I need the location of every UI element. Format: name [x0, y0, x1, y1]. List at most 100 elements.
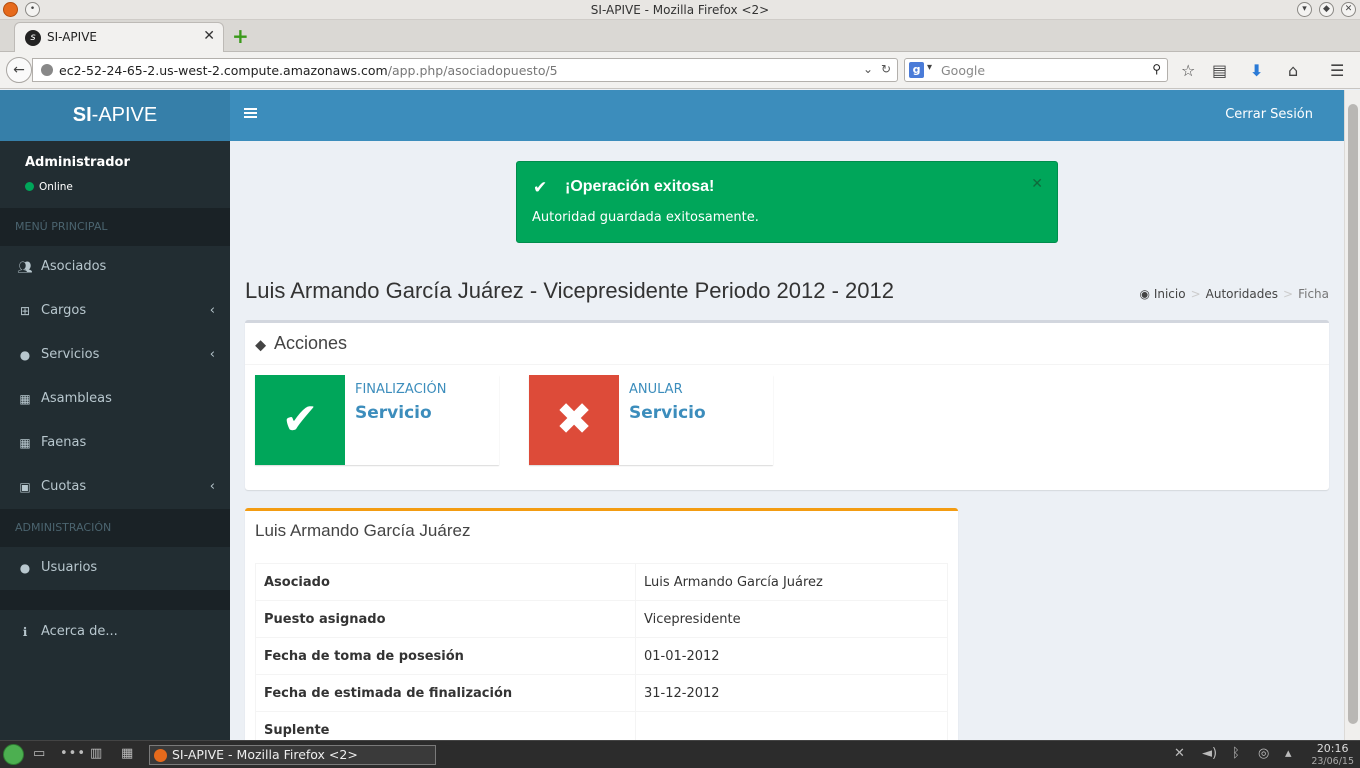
google-search-engine-icon[interactable]: g [909, 62, 924, 78]
tag-icon: ⬥ [255, 335, 267, 354]
volume-icon[interactable]: ◄) [1202, 746, 1217, 761]
search-bar[interactable]: g ▾ Google ⚲ [904, 58, 1168, 82]
logout-link[interactable]: Cerrar Sesión [1225, 107, 1313, 122]
row-key: Puesto asignado [255, 600, 636, 638]
search-engine-dropdown-icon[interactable]: ▾ [927, 62, 932, 73]
online-dot-icon [25, 182, 34, 191]
back-button[interactable]: ← [6, 57, 32, 83]
close-window-icon[interactable]: ✕ [1341, 2, 1356, 17]
sidebar-divider [0, 590, 230, 610]
bluetooth-icon[interactable]: ᛒ [1232, 746, 1240, 761]
tab-title: SI-APIVE [47, 30, 97, 44]
sidebar-item-faenas[interactable]: ▦ Faenas [0, 421, 230, 465]
reading-list-icon[interactable]: ▤ [1212, 61, 1227, 80]
user-panel: Administrador Online [0, 141, 230, 208]
clock-date: 23/06/15 [1311, 756, 1354, 767]
row-value: 31-12-2012 [635, 674, 948, 712]
network-tools-icon[interactable]: ✕ [1174, 746, 1185, 761]
sidebar-item-label: Cuotas [41, 479, 87, 494]
workspace-switcher-icon[interactable]: ▥ [90, 746, 102, 761]
window-titlebar: • SI-APIVE - Mozilla Firefox <2> ▾ ◆ ✕ [0, 0, 1360, 20]
cancel-label: ANULAR [629, 382, 683, 397]
taskbar-task-label: SI-APIVE - Mozilla Firefox <2> [172, 747, 358, 762]
sidebar-item-label: Acerca de... [41, 624, 118, 639]
reload-icon[interactable]: ↻ [881, 62, 891, 76]
minimize-icon[interactable]: ▾ [1297, 2, 1312, 17]
clock[interactable]: 20:16 23/06/15 [1311, 742, 1354, 768]
downloads-icon[interactable]: ⬇ [1250, 61, 1263, 80]
table-row: Suplente [255, 711, 948, 740]
row-key: Fecha de toma de posesión [255, 637, 636, 675]
chevron-left-icon: ‹ [209, 347, 215, 362]
sidebar-item-asambleas[interactable]: ▦ Asambleas [0, 377, 230, 421]
sidebar-item-cuotas[interactable]: ▣ Cuotas ‹ [0, 465, 230, 509]
sidebar-item-asociados[interactable]: 👥︎ Asociados [0, 245, 230, 289]
logo-bold: SI [72, 104, 92, 126]
sidebar-toggle-icon[interactable] [244, 106, 258, 120]
detail-title: Luis Armando García Juárez [255, 521, 471, 540]
search-placeholder: Google [941, 63, 986, 78]
close-alert-icon[interactable]: ✕ [1031, 176, 1043, 192]
admin-menu-header: ADMINISTRACIÓN [0, 509, 230, 547]
info-icon: ℹ [22, 625, 28, 639]
actions-box-header: ⬥ Acciones [245, 323, 1329, 365]
tray-expand-icon[interactable]: ▴ [1285, 746, 1292, 761]
chevron-left-icon: ‹ [209, 479, 215, 494]
logo-rest: -APIVE [91, 104, 158, 126]
main-content: ✔ ¡Operación exitosa! ✕ Autoridad guarda… [230, 141, 1344, 740]
sidebar-item-label: Asambleas [41, 391, 112, 406]
calendar-app-icon[interactable]: ▦ [121, 746, 133, 761]
calendar-icon: ▦ [19, 436, 31, 450]
sidebar-item-usuarios[interactable]: ● Usuarios [0, 546, 230, 590]
taskbar-firefox-window[interactable]: SI-APIVE - Mozilla Firefox <2> [149, 745, 436, 765]
browser-tab[interactable]: s SI-APIVE ✕ [14, 22, 224, 52]
times-icon: ✖ [529, 375, 619, 465]
menu-icon[interactable]: ☰ [1330, 61, 1344, 80]
actions-box: ⬥ Acciones ✔ FINALIZACIÓN Servicio ✖ ANU… [245, 320, 1329, 490]
sidebar-item-servicios[interactable]: ● Servicios ‹ [0, 333, 230, 377]
bookmark-star-icon[interactable]: ☆ [1181, 61, 1195, 80]
wifi-icon[interactable]: ◎ [1258, 746, 1269, 761]
url-dropdown-icon[interactable]: ⌄ [863, 62, 873, 76]
row-key: Fecha de estimada de finalización [255, 674, 636, 712]
home-icon[interactable]: ⌂ [1288, 61, 1298, 80]
detail-table: Asociado Luis Armando García Juárez Puest… [255, 563, 948, 740]
cancel-service-box[interactable]: ✖ ANULAR Servicio [529, 375, 773, 465]
breadcrumb: ◉ Inicio > Autoridades > Ficha [1139, 287, 1329, 301]
alert-message: Autoridad guardada exitosamente. [532, 210, 759, 225]
sidebar: SI-APIVE Administrador Online MENÚ PRINC… [0, 90, 230, 740]
finalize-service-box[interactable]: ✔ FINALIZACIÓN Servicio [255, 375, 499, 465]
scrollbar-thumb[interactable] [1348, 104, 1358, 724]
page-scrollbar[interactable] [1344, 90, 1360, 740]
user-status: Online [25, 181, 73, 193]
check-icon: ✔ [255, 375, 345, 465]
finalize-label: FINALIZACIÓN [355, 382, 447, 397]
row-value: Luis Armando García Juárez [635, 563, 948, 601]
user-icon: ● [19, 561, 31, 575]
url-host: ec2-52-24-65-2.us-west-2.compute.amazona… [59, 63, 388, 78]
users-icon: 👥︎ [17, 260, 33, 274]
globe-icon [41, 64, 53, 76]
chevron-left-icon: ‹ [209, 303, 215, 318]
breadcrumb-inicio[interactable]: Inicio [1154, 287, 1186, 301]
cancel-value: Servicio [629, 403, 706, 423]
launcher-dots-icon[interactable]: ••• [60, 746, 86, 761]
breadcrumb-autoridades[interactable]: Autoridades [1206, 287, 1278, 301]
table-row: Puesto asignado Vicepresidente [255, 600, 948, 638]
app-logo[interactable]: SI-APIVE [0, 90, 230, 141]
show-desktop-icon[interactable]: ▭ [33, 746, 45, 761]
start-menu-icon[interactable] [3, 744, 24, 765]
calendar-icon: ▦ [19, 392, 31, 406]
sidebar-item-acerca[interactable]: ℹ Acerca de... [0, 610, 230, 654]
detail-box: Luis Armando García Juárez Asociado Luis … [245, 508, 958, 740]
new-tab-plus-icon[interactable]: + [232, 24, 249, 48]
maximize-icon[interactable]: ◆ [1319, 2, 1334, 17]
sidebar-item-label: Faenas [41, 435, 87, 450]
close-tab-icon[interactable]: ✕ [203, 28, 215, 44]
sidebar-item-cargos[interactable]: ⊞ Cargos ‹ [0, 289, 230, 333]
alert-title: ¡Operación exitosa! [565, 178, 715, 195]
url-bar[interactable]: ec2-52-24-65-2.us-west-2.compute.amazona… [32, 58, 898, 82]
binoculars-icon[interactable]: ⚲ [1152, 62, 1161, 76]
actions-title: Acciones [274, 333, 348, 353]
success-alert: ✔ ¡Operación exitosa! ✕ Autoridad guarda… [516, 161, 1058, 243]
